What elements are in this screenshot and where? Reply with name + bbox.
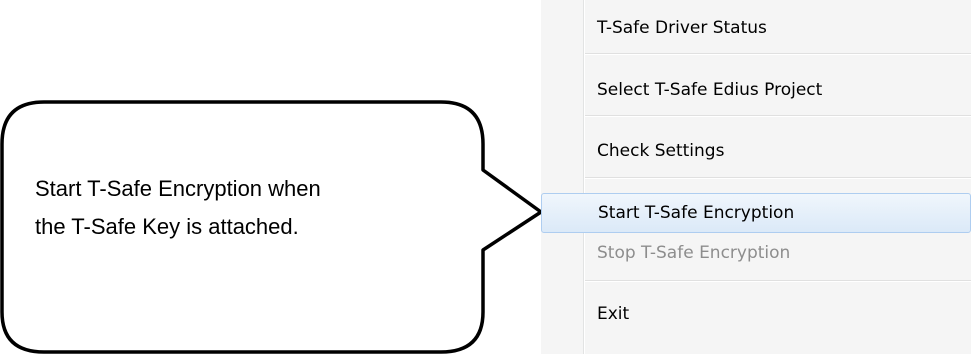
menu-item-check-settings[interactable]: Check Settings: [541, 131, 971, 171]
menu-item-label: Stop T-Safe Encryption: [597, 243, 791, 263]
menu-separator: [585, 280, 971, 282]
menu-item-label: Start T-Safe Encryption: [598, 203, 795, 223]
menu-item-exit[interactable]: Exit: [541, 294, 971, 334]
menu-item-label: Exit: [597, 304, 630, 324]
menu-separator: [585, 177, 971, 179]
menu-separator: [585, 115, 971, 117]
callout-line-1: Start T-Safe Encryption when: [35, 176, 321, 201]
context-menu: T-Safe Driver Status Select T-Safe Edius…: [541, 0, 971, 354]
menu-item-driver-status[interactable]: T-Safe Driver Status: [541, 8, 971, 48]
menu-item-start-encryption[interactable]: Start T-Safe Encryption: [541, 193, 971, 233]
menu-item-stop-encryption[interactable]: Stop T-Safe Encryption: [541, 233, 971, 273]
menu-separator: [585, 53, 971, 55]
menu-item-label: T-Safe Driver Status: [597, 18, 767, 38]
callout-text: Start T-Safe Encryption when the T-Safe …: [35, 170, 321, 246]
menu-item-label: Check Settings: [597, 141, 725, 161]
menu-item-label: Select T-Safe Edius Project: [597, 80, 823, 100]
menu-item-select-project[interactable]: Select T-Safe Edius Project: [541, 70, 971, 110]
callout-line-2: the T-Safe Key is attached.: [35, 214, 299, 239]
